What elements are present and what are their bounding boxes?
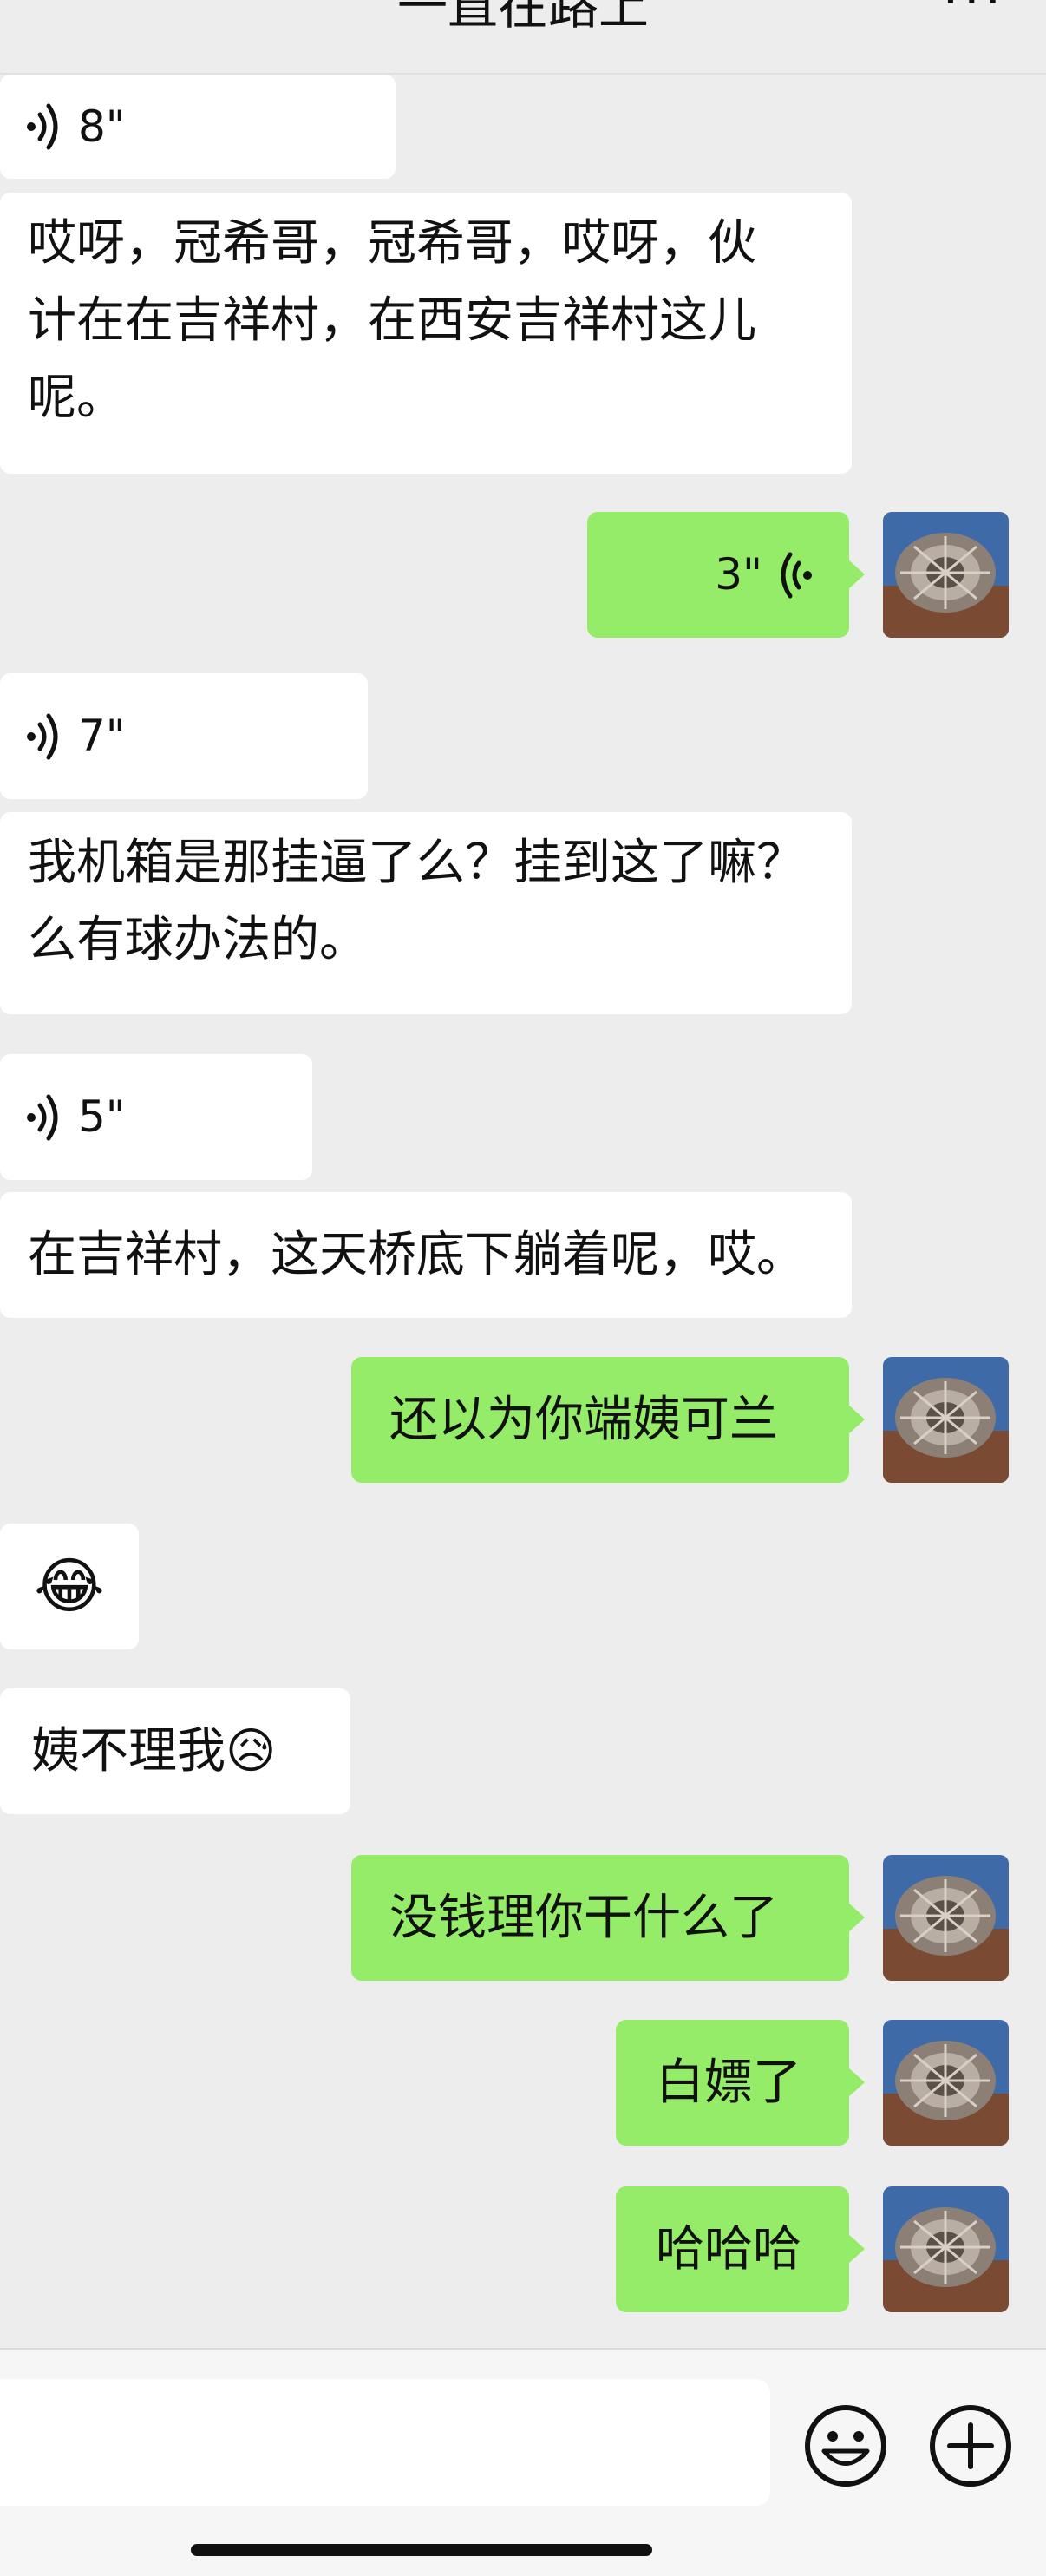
laughing-tears-emoji: 😂: [34, 1550, 105, 1622]
text-message[interactable]: 还以为你端姨可兰: [351, 1357, 865, 1483]
message-text: 哈哈哈: [656, 2221, 801, 2278]
voice-duration: 7": [78, 711, 126, 761]
avatar-image: [883, 1855, 1009, 1981]
avatar[interactable]: [883, 1855, 1009, 1981]
voice-wave-icon: [781, 552, 812, 598]
voice-message[interactable]: 7": [0, 673, 368, 799]
avatar-image: [883, 2020, 1009, 2146]
text-message[interactable]: 在吉祥村，这天桥底下躺着呢，哎。: [0, 1192, 852, 1318]
text-message[interactable]: 我机箱是那挂逼了么？挂到这了嘛？ 么有球办法的。: [0, 812, 852, 1014]
chat-title: 一直在路上: [396, 0, 649, 36]
input-bar: [0, 2348, 1046, 2576]
text-message[interactable]: 白嫖了: [616, 2020, 865, 2146]
text-message[interactable]: 姨不理我😥: [0, 1688, 350, 1814]
message-text: 没钱理你干什么了: [389, 1890, 778, 1946]
message-list[interactable]: 8" 哎呀，冠希哥，冠希哥，哎呀，伙 计在在吉祥村，在西安吉祥村这儿 呢。 3": [0, 75, 1046, 2348]
message-input[interactable]: [0, 2379, 770, 2506]
emoji-message[interactable]: 😂: [0, 1524, 139, 1649]
message-line: 么有球办法的。: [28, 912, 368, 968]
message-text: 还以为你端姨可兰: [389, 1392, 778, 1448]
avatar[interactable]: [883, 1357, 1009, 1483]
more-options-button[interactable]: ···: [943, 0, 1006, 29]
voice-duration: 5": [78, 1091, 126, 1142]
chat-header: 一直在路上 ···: [0, 0, 1046, 75]
text-message[interactable]: 哎呀，冠希哥，冠希哥，哎呀，伙 计在在吉祥村，在西安吉祥村这儿 呢。: [0, 193, 852, 474]
voice-wave-icon: [27, 713, 58, 759]
smiley-icon[interactable]: [803, 2403, 888, 2488]
voice-wave-icon: [27, 103, 58, 150]
home-indicator[interactable]: [191, 2544, 652, 2556]
avatar-image: [883, 1357, 1009, 1483]
avatar[interactable]: [883, 512, 1009, 638]
message-line: 呢。: [28, 370, 125, 426]
voice-wave-icon: [27, 1094, 58, 1140]
message-line: 哎呀，冠希哥，冠希哥，哎呀，伙: [28, 215, 756, 272]
voice-duration: 3": [715, 549, 762, 600]
plus-icon[interactable]: [928, 2403, 1013, 2488]
message-line: 在吉祥村，这天桥底下躺着呢，哎。: [28, 1227, 805, 1283]
avatar[interactable]: [883, 2020, 1009, 2146]
voice-duration: 8": [78, 101, 126, 152]
avatar[interactable]: [883, 2186, 1009, 2312]
text-message[interactable]: 哈哈哈: [616, 2186, 865, 2312]
avatar-image: [883, 512, 1009, 638]
message-text: 姨不理我😥: [31, 1723, 277, 1780]
message-line: 计在在吉祥村，在西安吉祥村这儿: [28, 292, 756, 349]
voice-message[interactable]: 3": [587, 512, 865, 638]
voice-message[interactable]: 8": [0, 75, 396, 179]
message-line: 我机箱是那挂逼了么？挂到这了嘛？: [28, 835, 805, 891]
text-message[interactable]: 没钱理你干什么了: [351, 1855, 865, 1981]
avatar-image: [883, 2186, 1009, 2312]
message-text: 白嫖了: [656, 2055, 801, 2111]
voice-message[interactable]: 5": [0, 1054, 312, 1180]
